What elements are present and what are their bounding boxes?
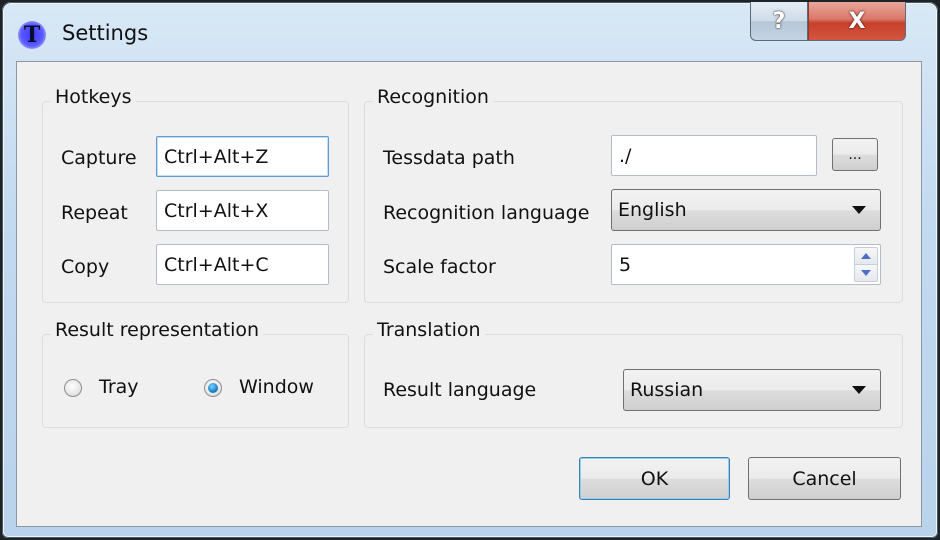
- dropdown-arrow-icon: [852, 206, 866, 214]
- app-icon: T: [18, 21, 46, 49]
- window-title: Settings: [62, 21, 149, 45]
- capture-hotkey-value: Ctrl+Alt+Z: [164, 145, 269, 168]
- result-language-select[interactable]: Russian: [623, 369, 881, 411]
- spin-up-button[interactable]: [854, 247, 878, 265]
- capture-hotkey-input[interactable]: Ctrl+Alt+Z: [156, 136, 329, 177]
- result-language-label: Result language: [383, 379, 537, 401]
- spin-down-button[interactable]: [854, 265, 878, 282]
- window-radio[interactable]: [204, 379, 222, 397]
- hotkeys-group: Hotkeys Capture Ctrl+Alt+Z Repeat Ctrl+A…: [42, 86, 349, 303]
- ok-button-label: OK: [640, 467, 669, 490]
- result-representation-group: Result representation Tray Window: [42, 319, 349, 428]
- scale-factor-spin-buttons: [854, 247, 878, 282]
- recognition-language-select[interactable]: English: [611, 189, 881, 231]
- translation-group-title: Translation: [373, 319, 485, 341]
- tray-radio-label[interactable]: Tray: [99, 376, 139, 398]
- recognition-language-label: Recognition language: [383, 202, 590, 224]
- result-representation-group-title: Result representation: [51, 319, 264, 341]
- recognition-group-title: Recognition: [373, 86, 493, 108]
- recognition-language-value: English: [618, 199, 687, 221]
- tessdata-path-input[interactable]: ./: [611, 135, 817, 176]
- cancel-button[interactable]: Cancel: [748, 457, 901, 500]
- capture-label: Capture: [61, 147, 137, 169]
- repeat-hotkey-input[interactable]: Ctrl+Alt+X: [156, 190, 329, 231]
- dialog-client-area: Hotkeys Capture Ctrl+Alt+Z Repeat Ctrl+A…: [16, 61, 922, 527]
- dropdown-arrow-icon: [852, 386, 866, 394]
- caption-buttons: ? X: [750, 2, 906, 42]
- close-icon: X: [848, 8, 866, 34]
- arrow-up-icon: [861, 253, 871, 259]
- recognition-group: Recognition Tessdata path ./ ... Recogni…: [364, 86, 903, 303]
- repeat-label: Repeat: [61, 202, 128, 224]
- scale-factor-value: 5: [619, 253, 632, 276]
- tessdata-path-label: Tessdata path: [383, 147, 515, 169]
- translation-group: Translation Result language Russian: [364, 319, 903, 428]
- copy-label: Copy: [61, 256, 110, 278]
- tray-radio[interactable]: [64, 379, 82, 397]
- settings-window: T Settings ? X Hotkeys Capture Ctrl+Alt+…: [2, 2, 938, 538]
- repeat-hotkey-value: Ctrl+Alt+X: [164, 199, 269, 222]
- copy-hotkey-value: Ctrl+Alt+C: [164, 253, 269, 276]
- scale-factor-spinbox[interactable]: 5: [611, 244, 881, 285]
- copy-hotkey-input[interactable]: Ctrl+Alt+C: [156, 244, 329, 285]
- tessdata-path-value: ./: [619, 144, 632, 167]
- result-language-value: Russian: [630, 379, 704, 401]
- radio-selected-dot: [208, 383, 218, 393]
- help-icon: ?: [772, 8, 786, 34]
- browse-button[interactable]: ...: [832, 138, 878, 171]
- scale-factor-label: Scale factor: [383, 256, 496, 278]
- cancel-button-label: Cancel: [792, 467, 857, 490]
- ellipsis-icon: ...: [848, 146, 862, 163]
- window-radio-label[interactable]: Window: [239, 376, 314, 398]
- close-button[interactable]: X: [808, 2, 906, 41]
- ok-button[interactable]: OK: [579, 457, 730, 500]
- title-bar[interactable]: T Settings ? X: [2, 2, 938, 60]
- arrow-down-icon: [861, 270, 871, 276]
- help-button[interactable]: ?: [750, 2, 808, 41]
- hotkeys-group-title: Hotkeys: [51, 86, 136, 108]
